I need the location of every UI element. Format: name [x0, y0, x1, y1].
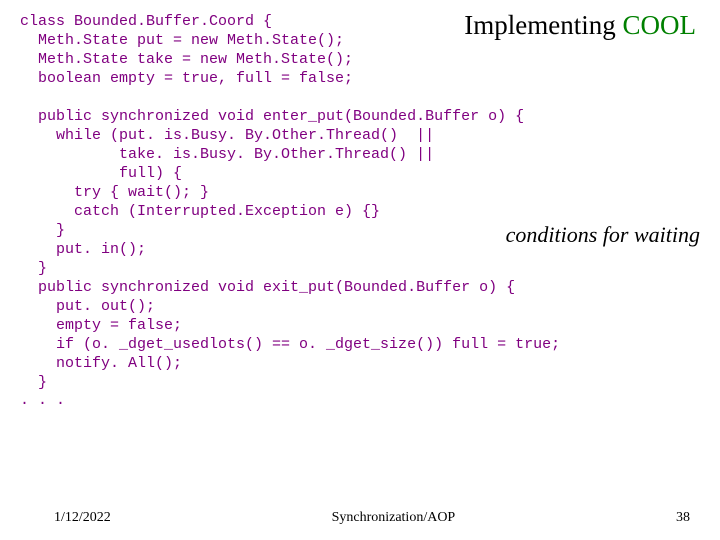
title-part-1: Implementing [464, 10, 622, 40]
title-part-2: COOL [623, 10, 697, 40]
code-block: class Bounded.Buffer.Coord { Meth.State … [20, 12, 700, 392]
footer-page: 38 [676, 510, 690, 526]
annotation-conditions: conditions for waiting [506, 222, 700, 248]
footer: 1/12/2022 38 Synchronization/AOP [0, 510, 720, 526]
footer-date: 1/12/2022 [54, 510, 111, 526]
footer-center: Synchronization/AOP [54, 510, 690, 526]
slide-title: Implementing COOL [464, 10, 696, 41]
ellipsis: . . . [20, 392, 700, 409]
